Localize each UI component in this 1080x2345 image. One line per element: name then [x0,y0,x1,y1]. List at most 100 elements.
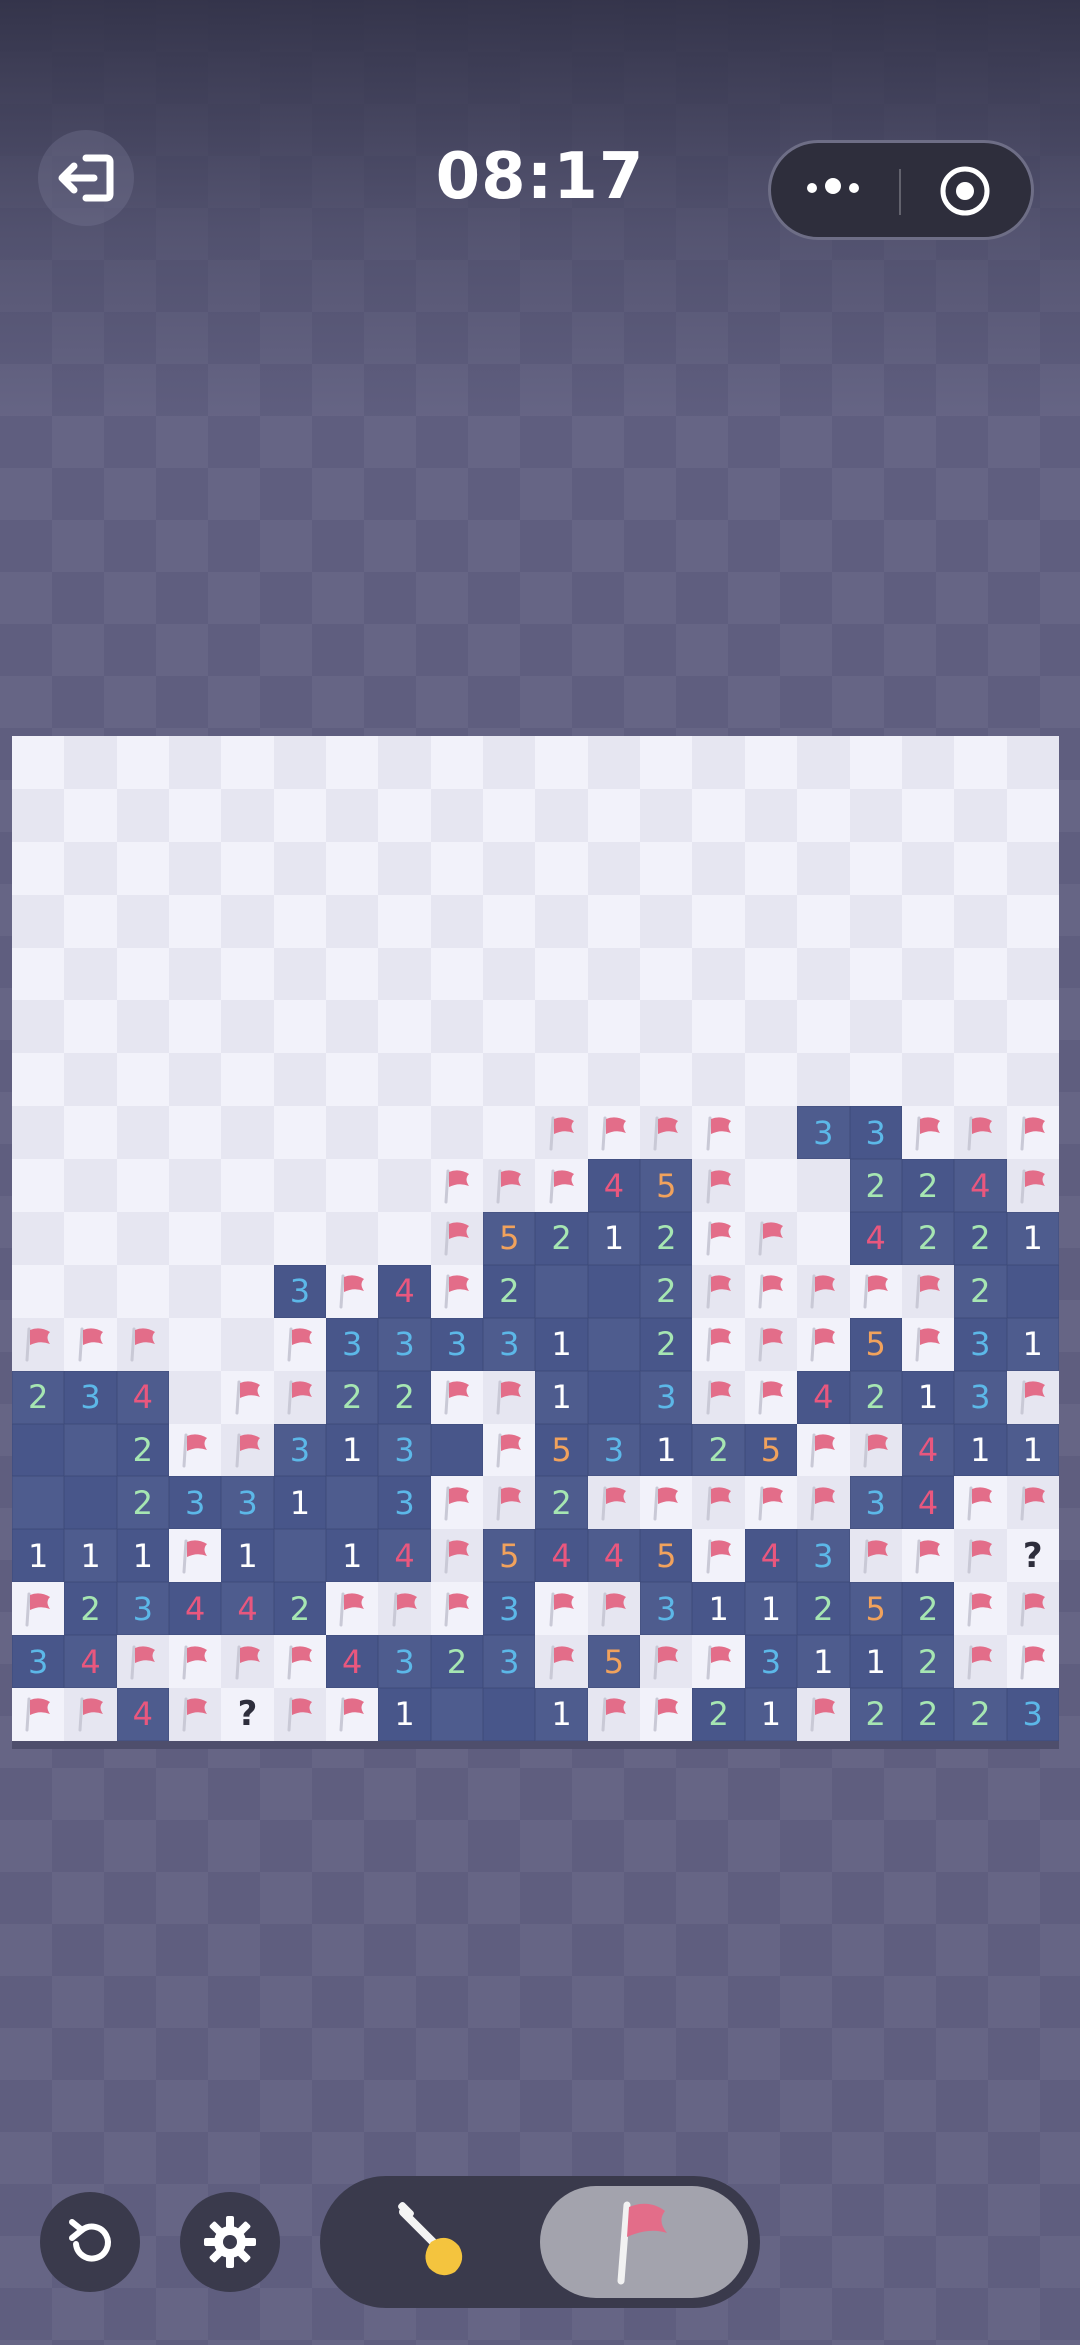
flagged-cell[interactable] [378,1582,431,1636]
hidden-cell[interactable] [430,1000,484,1054]
hidden-cell[interactable] [744,841,798,895]
hidden-cell[interactable] [169,841,222,895]
hidden-cell[interactable] [378,1106,431,1160]
flagged-cell[interactable] [535,1159,588,1213]
revealed-empty-cell[interactable] [535,1264,588,1318]
hidden-cell[interactable] [273,1159,327,1213]
revealed-empty-cell[interactable] [12,1476,65,1530]
revealed-number-cell[interactable]: 4 [744,1529,798,1583]
revealed-empty-cell[interactable] [326,1476,379,1530]
flagged-cell[interactable] [1006,1370,1059,1424]
hidden-cell[interactable] [901,1000,955,1054]
revealed-number-cell[interactable]: 5 [483,1212,536,1265]
revealed-number-cell[interactable]: 5 [535,1423,588,1477]
hidden-cell[interactable] [64,1159,117,1213]
flagged-cell[interactable] [12,1317,65,1371]
revealed-number-cell[interactable]: 2 [273,1582,327,1636]
revealed-number-cell[interactable]: 2 [640,1264,693,1318]
hidden-cell[interactable] [273,841,327,895]
hidden-cell[interactable] [273,1212,327,1265]
hidden-cell[interactable] [221,894,274,948]
flagged-cell[interactable] [326,1264,379,1318]
hidden-cell[interactable] [378,894,431,948]
hidden-cell[interactable] [273,894,327,948]
revealed-number-cell[interactable]: 1 [64,1529,117,1583]
hidden-cell[interactable] [535,841,588,895]
flagged-cell[interactable] [849,1423,902,1477]
hidden-cell[interactable] [483,1106,536,1160]
hidden-cell[interactable] [378,947,431,1001]
question-cell[interactable]: ? [221,1688,274,1741]
revealed-number-cell[interactable]: 2 [12,1370,65,1424]
revealed-number-cell[interactable]: 3 [326,1317,379,1371]
revealed-number-cell[interactable]: 2 [901,1159,955,1213]
hidden-cell[interactable] [430,894,484,948]
dig-mode-button[interactable] [332,2186,540,2298]
hidden-cell[interactable] [1006,1000,1059,1054]
hidden-cell[interactable] [744,947,798,1001]
hidden-cell[interactable] [430,788,484,842]
revealed-number-cell[interactable]: 1 [535,1688,588,1741]
revealed-empty-cell[interactable] [64,1476,117,1530]
flagged-cell[interactable] [744,1264,798,1318]
flagged-cell[interactable] [326,1688,379,1741]
revealed-number-cell[interactable]: 5 [587,1635,641,1689]
revealed-number-cell[interactable]: 1 [954,1423,1007,1477]
hidden-cell[interactable] [64,894,117,948]
exit-button[interactable] [38,130,134,226]
revealed-number-cell[interactable]: 1 [12,1529,65,1583]
hidden-cell[interactable] [587,947,641,1001]
hidden-cell[interactable] [1006,894,1059,948]
revealed-number-cell[interactable]: 1 [797,1635,850,1689]
flagged-cell[interactable] [430,1159,484,1213]
hidden-cell[interactable] [326,1212,379,1265]
hidden-cell[interactable] [221,736,274,789]
revealed-empty-cell[interactable] [430,1423,484,1477]
hidden-cell[interactable] [12,788,65,842]
flagged-cell[interactable] [430,1529,484,1583]
hidden-cell[interactable] [901,947,955,1001]
revealed-empty-cell[interactable] [273,1529,327,1583]
hidden-cell[interactable] [221,1000,274,1054]
hidden-cell[interactable] [901,1053,955,1107]
flagged-cell[interactable] [221,1370,274,1424]
revealed-number-cell[interactable]: 1 [1006,1317,1059,1371]
flagged-cell[interactable] [116,1317,170,1371]
hidden-cell[interactable] [1006,947,1059,1001]
revealed-number-cell[interactable]: 3 [273,1264,327,1318]
flagged-cell[interactable] [169,1688,222,1741]
hidden-cell[interactable] [954,1000,1007,1054]
hidden-cell[interactable] [849,736,902,789]
hidden-cell[interactable] [1006,736,1059,789]
revealed-empty-cell[interactable] [64,1423,117,1477]
revealed-number-cell[interactable]: 3 [378,1423,431,1477]
hidden-cell[interactable] [483,1053,536,1107]
revealed-number-cell[interactable]: 1 [901,1370,955,1424]
hidden-cell[interactable] [692,841,745,895]
revealed-number-cell[interactable]: 3 [849,1106,902,1160]
hidden-cell[interactable] [849,894,902,948]
revealed-number-cell[interactable]: 2 [640,1212,693,1265]
hidden-cell[interactable] [954,947,1007,1001]
hidden-cell[interactable] [378,1159,431,1213]
hidden-cell[interactable] [430,841,484,895]
hidden-cell[interactable] [64,1053,117,1107]
flagged-cell[interactable] [430,1582,484,1636]
hidden-cell[interactable] [116,1106,170,1160]
flagged-cell[interactable] [273,1635,327,1689]
revealed-number-cell[interactable]: 1 [116,1529,170,1583]
flagged-cell[interactable] [430,1476,484,1530]
flagged-cell[interactable] [954,1529,1007,1583]
revealed-number-cell[interactable]: 4 [587,1529,641,1583]
hidden-cell[interactable] [797,947,850,1001]
hidden-cell[interactable] [535,1053,588,1107]
flagged-cell[interactable] [692,1159,745,1213]
revealed-number-cell[interactable]: 2 [116,1476,170,1530]
hidden-cell[interactable] [483,894,536,948]
hidden-cell[interactable] [640,788,693,842]
flagged-cell[interactable] [483,1423,536,1477]
revealed-number-cell[interactable]: 3 [378,1635,431,1689]
flagged-cell[interactable] [535,1635,588,1689]
hidden-cell[interactable] [326,841,379,895]
hidden-cell[interactable] [116,736,170,789]
